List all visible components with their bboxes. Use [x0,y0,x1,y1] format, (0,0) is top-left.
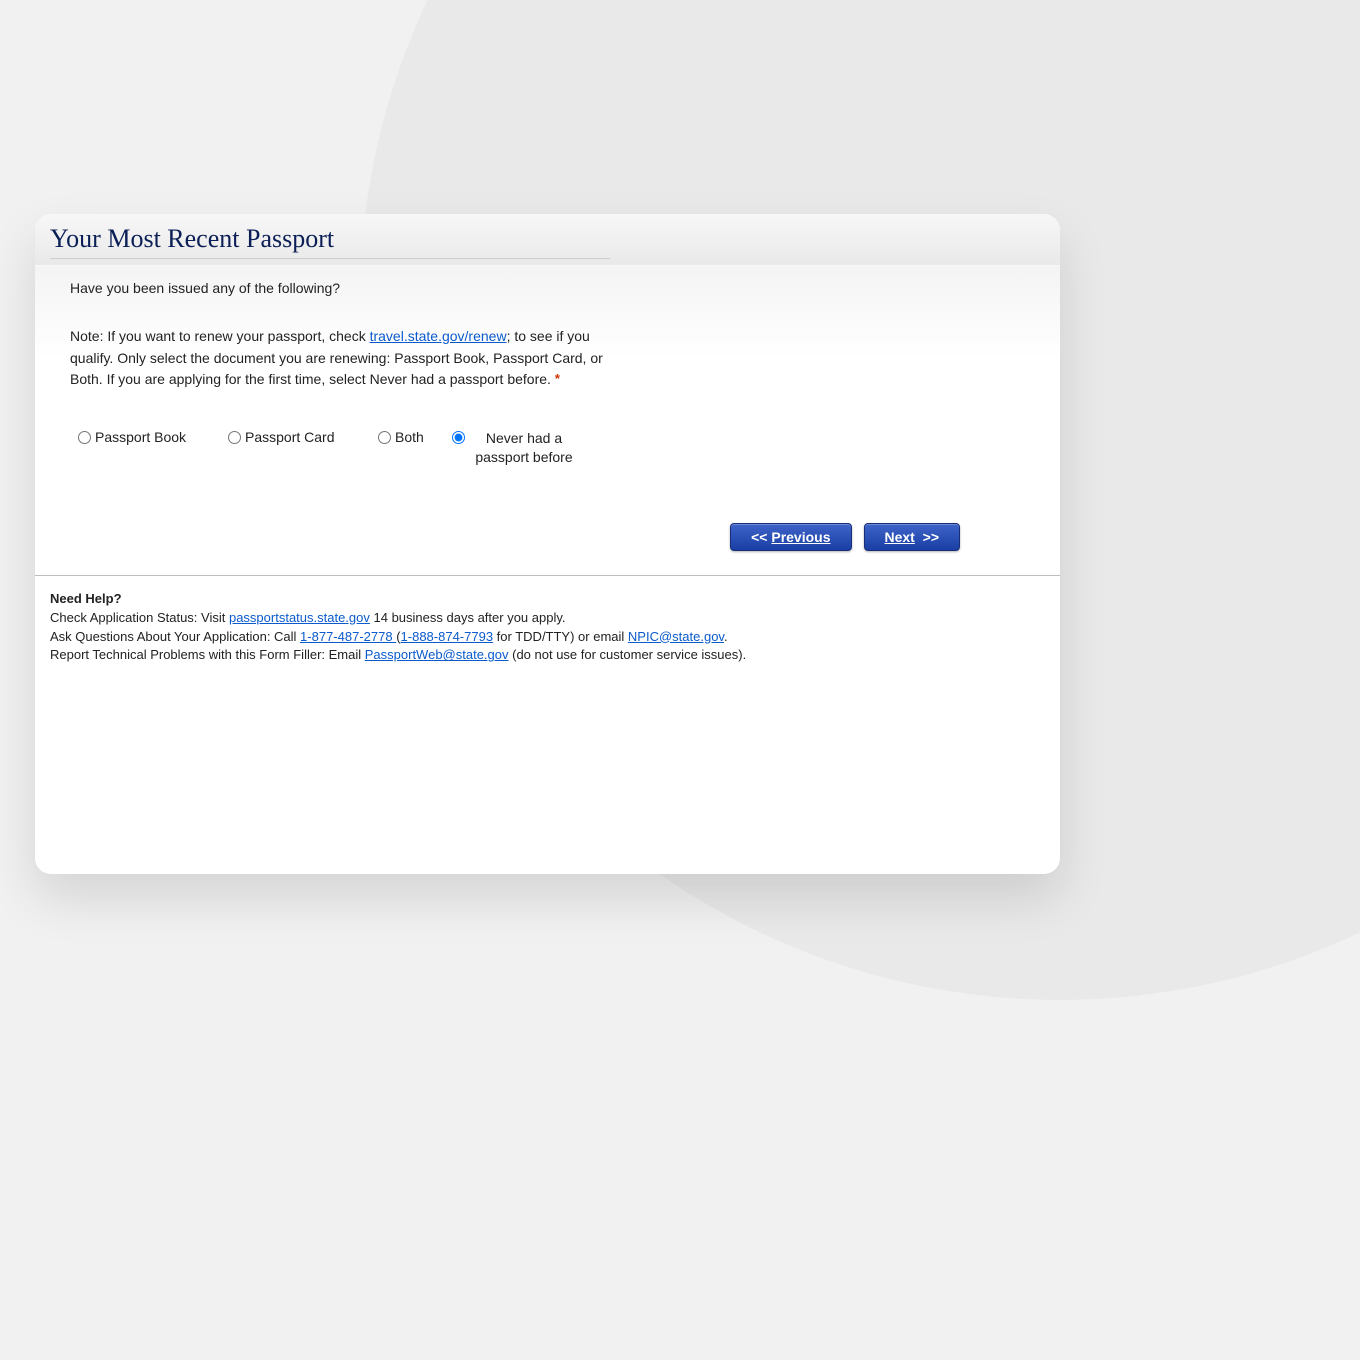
radio-option-book[interactable]: Passport Book [78,429,228,445]
required-indicator: * [555,371,560,386]
help-tech-prefix: Report Technical Problems with this Form… [50,647,365,662]
help-status-suffix: 14 business days after you apply. [370,610,566,625]
phone1-link[interactable]: 1-877-487-2778 [300,629,396,644]
tech-email-link[interactable]: PassportWeb@state.gov [365,647,509,662]
help-ask-mid: for TDD/TTY) or email [493,629,628,644]
radio-both-input[interactable] [378,431,391,444]
previous-button-label: Previous [771,529,830,545]
radio-book-input[interactable] [78,431,91,444]
passport-type-radio-group: Passport Book Passport Card Both Never h… [78,429,1040,467]
form-question: Have you been issued any of the followin… [70,280,1040,296]
next-button-label: Next [885,529,915,545]
card-body: Have you been issued any of the followin… [35,266,1060,575]
npic-email-link[interactable]: NPIC@state.gov [628,629,724,644]
radio-never-input[interactable] [452,431,465,444]
help-status-prefix: Check Application Status: Visit [50,610,229,625]
status-link[interactable]: passportstatus.state.gov [229,610,370,625]
chevron-left-icon: << [751,529,767,545]
renew-link[interactable]: travel.state.gov/renew [370,328,507,344]
radio-both-label: Both [395,429,424,445]
form-card: Your Most Recent Passport Have you been … [35,214,1060,874]
page-title: Your Most Recent Passport [50,224,610,259]
next-button[interactable]: Next >> [864,523,961,551]
help-ask-suffix: . [724,629,728,644]
help-section: Need Help? Check Application Status: Vis… [35,575,1060,679]
radio-option-card[interactable]: Passport Card [228,429,378,445]
radio-never-label: Never had a passport before [469,429,579,467]
help-tech-suffix: (do not use for customer service issues)… [509,647,747,662]
previous-button[interactable]: << Previous [730,523,851,551]
help-heading: Need Help? [50,591,122,606]
help-ask-prefix: Ask Questions About Your Application: Ca… [50,629,300,644]
phone2-link[interactable]: 1-888-874-7793 [401,629,494,644]
chevron-right-icon: >> [923,529,939,545]
radio-option-both[interactable]: Both [378,429,452,445]
form-note: Note: If you want to renew your passport… [70,326,610,391]
note-prefix: Note: If you want to renew your passport… [70,328,370,344]
nav-button-row: << Previous Next >> [70,511,1040,563]
radio-card-label: Passport Card [245,429,334,445]
radio-option-never[interactable]: Never had a passport before [452,429,579,467]
radio-book-label: Passport Book [95,429,186,445]
card-header: Your Most Recent Passport [35,214,1060,266]
radio-card-input[interactable] [228,431,241,444]
